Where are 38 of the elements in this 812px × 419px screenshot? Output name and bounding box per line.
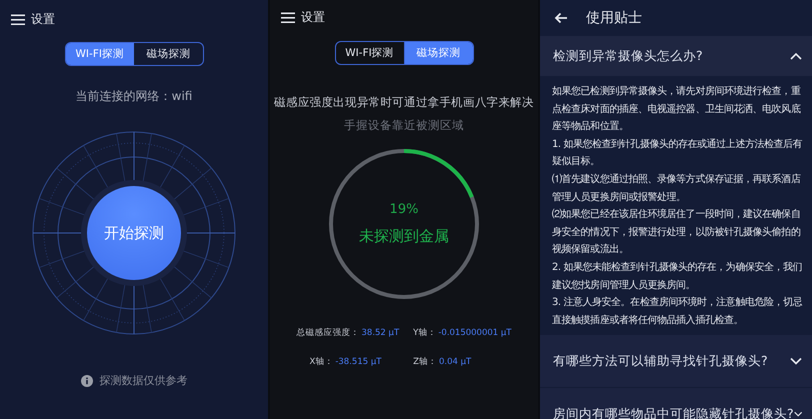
- tab[interactable]: WI-FI探测: [66, 43, 134, 65]
- answer-paragraph: 2. 如果您未能检查到针孔摄像头的存在，为确保安全，我们建议您找房间管理人员更换房间。: [552, 260, 804, 293]
- answer-paragraph: ⑵如果您已经在该居住环境居住了一段时间，建议在确保自身安全的情况下，报警进行处理，以防被针孔摄像头偷拍的视频保留或流出。: [552, 208, 802, 258]
- info-icon: [80, 374, 92, 386]
- faq-question[interactable]: 有哪些方法可以辅助寻找针孔摄像头?: [540, 335, 812, 388]
- reading-value: -0.015000001 μT: [438, 328, 512, 338]
- question-text: 有哪些方法可以辅助寻找针孔摄像头?: [553, 352, 768, 370]
- percent-value: 19%: [390, 202, 418, 217]
- menu-icon[interactable]: [11, 14, 25, 24]
- reading-label: 总磁感应强度：: [296, 327, 360, 339]
- tab[interactable]: 磁场探测: [134, 43, 202, 65]
- answer-paragraph: 如果您已检测到异常摄像头，请先对房间环境进行检查，重点检查床对面的插座、电视遥控器、卫生间花洒、电吹风底座等物品和位置。: [552, 84, 802, 134]
- instruction-text: 手握设备靠近被测区域: [343, 118, 465, 133]
- reading-label: X轴：: [310, 356, 334, 368]
- start-button[interactable]: 开始探测: [87, 186, 181, 280]
- reading-value: 38.52 μT: [362, 328, 400, 338]
- reading-label: Z轴：: [413, 356, 437, 368]
- question-text: 检测到异常摄像头怎么办?: [553, 48, 703, 64]
- reading-value: -38.515 μT: [335, 357, 382, 367]
- chevron-down-icon: [790, 357, 802, 366]
- back-arrow-icon[interactable]: [554, 12, 568, 24]
- answer-paragraph: 3. 注意人身安全。在检查房间环境时，注意触电危险，切忌直接触摸插座或者将任何物品插入插孔检查。: [552, 296, 804, 328]
- tab[interactable]: 磁场探测: [404, 42, 472, 64]
- menu-label: 设置: [301, 8, 325, 26]
- hint-text: 磁感应强度出现异常时可通过拿手机画八字来解决: [273, 95, 535, 110]
- page-title: 使用贴士: [586, 9, 642, 27]
- disclaimer-text: 探测数据仅供参考: [100, 373, 188, 388]
- reading-label: Y轴：: [413, 327, 436, 339]
- answer-paragraph: ⑴首先建议您通过拍照、录像等方式保存证据，再联系酒店管理人员更换房间或报警处理。: [552, 172, 802, 205]
- chevron-down-icon: [794, 410, 802, 418]
- menu-icon[interactable]: [281, 12, 295, 22]
- network-label: 当前连接的网络：wifi: [74, 88, 194, 105]
- status-text: 未探测到金属: [359, 227, 449, 246]
- menu-label: 设置: [31, 10, 55, 28]
- reading-value: 0.04 μT: [438, 357, 472, 367]
- chevron-up-icon: [790, 52, 802, 60]
- faq-question[interactable]: 检测到异常摄像头怎么办?: [540, 36, 812, 77]
- answer-paragraph: 1. 如果您检查到针孔摄像头的存在或通过上述方法检查后有疑似目标。: [552, 138, 804, 170]
